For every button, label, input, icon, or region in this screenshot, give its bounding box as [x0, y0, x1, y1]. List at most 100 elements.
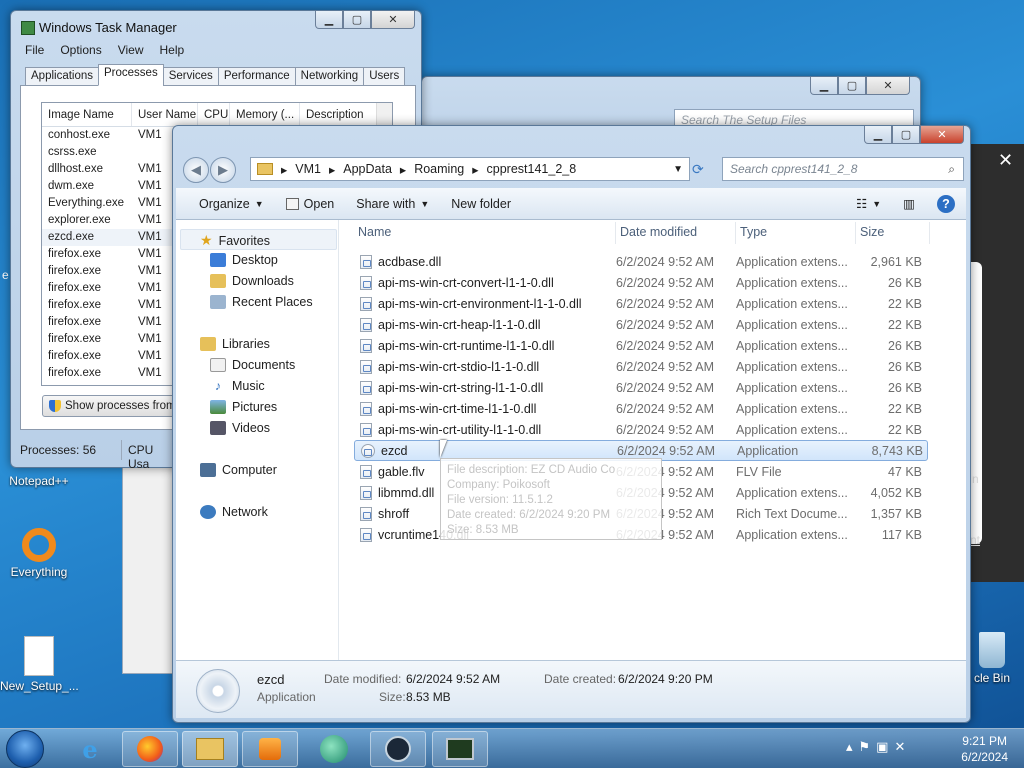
search-placeholder: Search cpprest141_2_8: [730, 162, 858, 176]
breadcrumb-appdata[interactable]: AppData: [343, 162, 392, 176]
nav-network[interactable]: Network: [200, 505, 268, 519]
preview-pane-icon[interactable]: ▥: [892, 196, 926, 211]
desktop-icon-everything[interactable]: Everything: [0, 528, 78, 579]
start-button[interactable]: [6, 730, 44, 768]
mouse-cursor-icon: [440, 440, 447, 458]
minimize-icon[interactable]: ▁: [315, 11, 343, 29]
refresh-icon[interactable]: ⟳: [692, 161, 704, 178]
file-row[interactable]: api-ms-win-crt-environment-l1-1-0.dll 6/2…: [354, 293, 928, 314]
taskbar-media-icon[interactable]: [242, 731, 298, 767]
nav-documents[interactable]: Documents: [210, 358, 295, 372]
view-options-icon[interactable]: ☷ ▼: [845, 196, 892, 211]
close-icon[interactable]: ✕: [866, 77, 910, 95]
file-icon: [360, 422, 372, 437]
nav-videos[interactable]: Videos: [210, 421, 270, 435]
share-with-button[interactable]: Share with ▼: [345, 197, 440, 211]
file-row[interactable]: api-ms-win-crt-utility-l1-1-0.dll 6/2/202…: [354, 419, 928, 440]
nav-libraries-label: Libraries: [222, 337, 270, 351]
taskbar-explorer-icon[interactable]: [182, 731, 238, 767]
clock-date: 6/2/2024: [961, 750, 1008, 764]
show-all-processes-button[interactable]: Show processes from: [42, 395, 183, 417]
details-date-modified: 6/2/2024 9:52 AM: [406, 672, 501, 686]
nav-libraries[interactable]: Libraries: [200, 337, 270, 351]
col-date-modified[interactable]: Date modified: [616, 222, 736, 244]
taskbar-ie-icon[interactable]: e: [62, 731, 118, 767]
breadcrumb-roaming[interactable]: Roaming: [414, 162, 464, 176]
col-image-name[interactable]: Image Name: [42, 103, 132, 126]
tray-icons[interactable]: ▴⚑▣✕: [846, 739, 911, 755]
back-button[interactable]: ◀: [183, 157, 209, 183]
menu-view[interactable]: View: [118, 43, 144, 57]
desktop-edge-text-e: e: [2, 268, 9, 282]
search-input[interactable]: Search cpprest141_2_8 ⌕: [722, 157, 964, 181]
maximize-icon[interactable]: ▢: [343, 11, 371, 29]
process-name: firefox.exe: [48, 299, 102, 311]
tab-users[interactable]: Users: [363, 67, 406, 86]
maximize-icon[interactable]: ▢: [892, 126, 920, 144]
open-button[interactable]: Open: [275, 197, 346, 211]
col-description[interactable]: Description: [300, 103, 380, 126]
taskbar-firefox-icon[interactable]: [122, 731, 178, 767]
chevron-down-icon: ▼: [254, 198, 264, 209]
taskbar-app-icon[interactable]: [306, 731, 362, 767]
breadcrumb-cpprest[interactable]: cpprest141_2_8: [487, 162, 577, 176]
overlay-close-icon[interactable]: ✕: [998, 150, 1013, 171]
file-row[interactable]: acdbase.dll 6/2/2024 9:52 AM Application e…: [354, 251, 928, 272]
nav-downloads[interactable]: Downloads: [210, 274, 294, 288]
nav-pictures[interactable]: Pictures: [210, 400, 277, 414]
col-memory[interactable]: Memory (...: [230, 103, 300, 126]
file-icon: [360, 359, 372, 374]
file-row[interactable]: api-ms-win-crt-time-l1-1-0.dll 6/2/2024 9…: [354, 398, 928, 419]
tray-clock[interactable]: 9:21 PM 6/2/2024: [961, 733, 1008, 765]
nav-desktop[interactable]: Desktop: [210, 253, 278, 267]
tab-performance[interactable]: Performance: [217, 67, 296, 86]
menu-help[interactable]: Help: [160, 43, 185, 57]
tab-processes[interactable]: Processes: [98, 64, 164, 86]
overlay-text-n: n: [972, 472, 979, 486]
nav-favorites[interactable]: ★ Favorites: [200, 232, 270, 249]
file-row[interactable]: api-ms-win-crt-runtime-l1-1-0.dll 6/2/202…: [354, 335, 928, 356]
overlay-link-nt[interactable]: nt: [970, 533, 980, 547]
desktop-icon-notepadpp[interactable]: Notepad++: [0, 474, 78, 488]
nav-network-label: Network: [222, 505, 268, 519]
breadcrumb-vm1[interactable]: VM1: [295, 162, 321, 176]
tab-networking[interactable]: Networking: [294, 67, 365, 86]
col-size[interactable]: Size: [856, 222, 930, 244]
new-folder-button[interactable]: New folder: [440, 197, 522, 211]
nav-recent-places[interactable]: Recent Places: [210, 295, 313, 309]
process-name: dllhost.exe: [48, 163, 103, 175]
file-type: Application extens...: [736, 254, 848, 269]
tab-services[interactable]: Services: [162, 67, 219, 86]
file-row[interactable]: api-ms-win-crt-string-l1-1-0.dll 6/2/2024…: [354, 377, 928, 398]
col-name[interactable]: Name: [354, 222, 616, 244]
menu-file[interactable]: File: [25, 43, 44, 57]
organize-button[interactable]: Organize ▼: [188, 197, 275, 211]
forward-button[interactable]: ▶: [210, 157, 236, 183]
file-icon: [360, 275, 372, 290]
taskbar-steam-icon[interactable]: [370, 731, 426, 767]
file-row[interactable]: api-ms-win-crt-stdio-l1-1-0.dll 6/2/2024 …: [354, 356, 928, 377]
col-user-name[interactable]: User Name: [132, 103, 198, 126]
file-icon: [360, 506, 372, 521]
chevron-down-icon[interactable]: ▼: [673, 164, 683, 175]
minimize-icon[interactable]: ▁: [864, 126, 892, 144]
file-date: 6/2/2024 9:52 AM: [616, 296, 714, 311]
close-icon[interactable]: ✕: [920, 126, 964, 144]
nav-music[interactable]: ♪ Music: [210, 379, 265, 393]
menu-options[interactable]: Options: [60, 43, 101, 57]
col-type[interactable]: Type: [736, 222, 856, 244]
process-name: firefox.exe: [48, 248, 102, 260]
minimize-icon[interactable]: ▁: [810, 77, 838, 95]
file-row[interactable]: api-ms-win-crt-convert-l1-1-0.dll 6/2/202…: [354, 272, 928, 293]
taskbar-task-manager-icon[interactable]: [432, 731, 488, 767]
help-icon[interactable]: ?: [926, 194, 966, 213]
close-icon[interactable]: ✕: [371, 11, 415, 29]
file-row[interactable]: api-ms-win-crt-heap-l1-1-0.dll 6/2/2024 9…: [354, 314, 928, 335]
desktop-icon-new-setup[interactable]: New_Setup_...: [0, 636, 79, 693]
maximize-icon[interactable]: ▢: [838, 77, 866, 95]
address-bar[interactable]: ▸ VM1 ▸ AppData ▸ Roaming ▸ cpprest141_2…: [250, 157, 690, 181]
file-date: 6/2/2024 9:52 AM: [616, 338, 714, 353]
tab-applications[interactable]: Applications: [25, 67, 100, 86]
nav-computer[interactable]: Computer: [200, 463, 277, 477]
col-cpu[interactable]: CPU: [198, 103, 230, 126]
